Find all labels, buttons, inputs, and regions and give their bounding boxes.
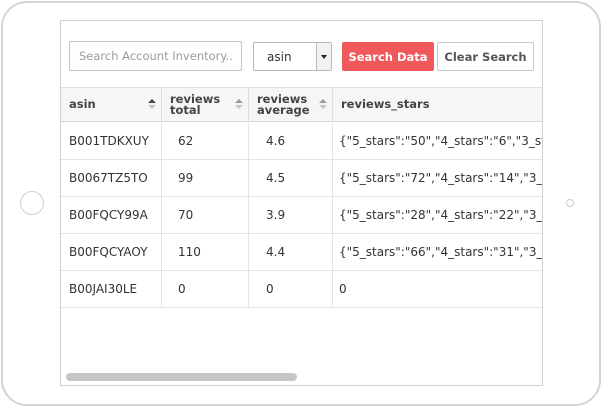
table-cell-asin: B00FQCYAOY: [61, 234, 162, 270]
scrollbar-thumb[interactable]: [66, 373, 297, 381]
table-cell-reviews-total: 99: [162, 160, 249, 196]
table-cell-reviews-stars: {"5_stars":"66","4_stars":"31","3_stars"…: [339, 245, 543, 259]
field-select-value: asin: [267, 50, 292, 64]
camera-icon: [566, 199, 574, 207]
table-row[interactable]: B00JAI30LE 0 0 0: [61, 271, 542, 308]
grid-header: asin reviews total reviews average reviews_st…: [61, 87, 542, 122]
column-header-asin[interactable]: asin: [61, 88, 162, 122]
table-cell-reviews-average: 3.9: [249, 197, 333, 233]
table-cell-reviews-stars: {"5_stars":"72","4_stars":"14","3_stars"…: [339, 171, 543, 185]
table-row[interactable]: B001TDKXUY 62 4.6 {"5_stars":"50","4_stars"…: [61, 123, 543, 160]
table-cell-asin: B001TDKXUY: [61, 123, 162, 159]
app-screen: asin Search Data Clear Search asin review…: [60, 20, 543, 386]
table-row[interactable]: B00FQCY99A 70 3.9 {"5_stars":"28","4_stars"…: [61, 197, 543, 234]
caret-down-icon: [316, 43, 331, 70]
search-data-button[interactable]: Search Data: [342, 42, 434, 71]
table-cell-reviews-average: 4.5: [249, 160, 333, 196]
column-header-label-line: reviews_stars: [341, 97, 430, 111]
table-cell-reviews-stars: {"5_stars":"28","4_stars":"22","3_stars"…: [339, 208, 543, 222]
table-cell-reviews-average: 0: [249, 271, 333, 307]
column-header-label-line: asin: [69, 97, 96, 111]
column-header-label-line: average: [257, 103, 310, 117]
column-header-reviews-average[interactable]: reviews average: [249, 88, 333, 122]
column-header-label: reviews average: [257, 93, 310, 117]
table-cell-reviews-average: 4.4: [249, 234, 333, 270]
column-header-label: asin: [69, 97, 96, 111]
search-input[interactable]: [69, 41, 242, 71]
table-row[interactable]: B00FQCYAOY 110 4.4 {"5_stars":"66","4_stars…: [61, 234, 543, 271]
field-select[interactable]: asin: [253, 42, 332, 71]
table-row[interactable]: B0067TZ5TO 99 4.5 {"5_stars":"72","4_stars"…: [61, 160, 543, 197]
table-cell-asin: B00FQCY99A: [61, 197, 162, 233]
sort-icon[interactable]: [235, 99, 243, 111]
column-header-label: reviews_stars: [341, 97, 430, 111]
clear-search-button[interactable]: Clear Search: [437, 42, 534, 71]
table-cell-reviews-stars: 0: [339, 282, 347, 296]
data-grid: asin reviews total reviews average reviews_st…: [61, 87, 543, 308]
table-cell-reviews-total: 110: [162, 234, 249, 270]
table-cell-reviews-total: 70: [162, 197, 249, 233]
column-header-reviews-stars[interactable]: reviews_stars: [333, 88, 542, 122]
table-cell-reviews-total: 0: [162, 271, 249, 307]
sort-icon[interactable]: [148, 99, 156, 111]
column-header-label: reviews total: [170, 93, 220, 117]
horizontal-scrollbar[interactable]: [61, 368, 542, 382]
column-header-reviews-total[interactable]: reviews total: [162, 88, 249, 122]
table-cell-reviews-total: 62: [162, 123, 249, 159]
sort-icon[interactable]: [319, 99, 327, 111]
table-cell-asin: B0067TZ5TO: [61, 160, 162, 196]
table-cell-reviews-stars: {"5_stars":"50","4_stars":"6","3_stars":: [339, 134, 543, 148]
table-cell-reviews-average: 4.6: [249, 123, 333, 159]
table-cell-asin: B00JAI30LE: [61, 271, 162, 307]
home-button-icon: [20, 191, 44, 215]
column-header-label-line: total: [170, 103, 201, 117]
